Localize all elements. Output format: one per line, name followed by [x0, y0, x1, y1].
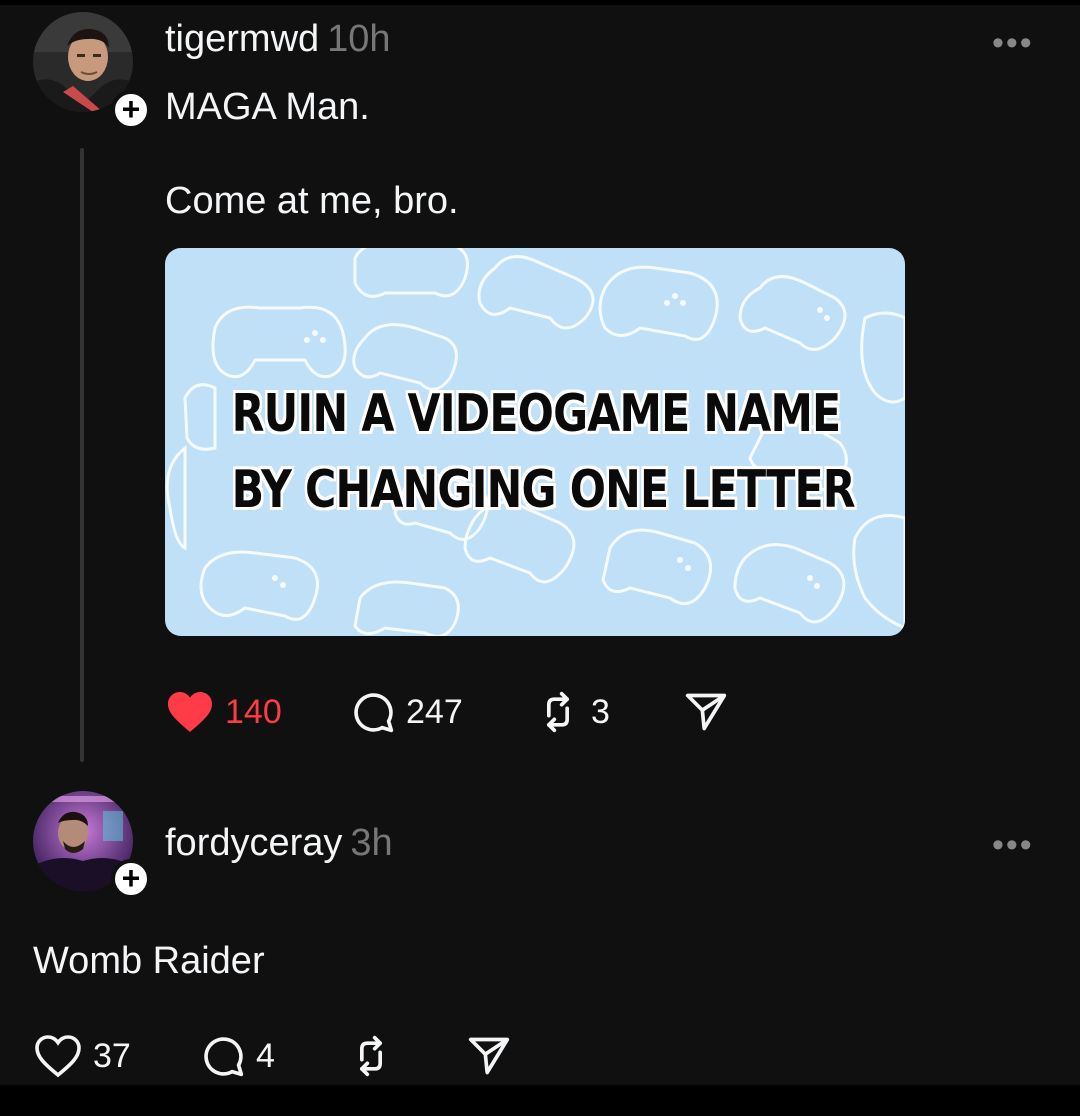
share-button[interactable]: [683, 690, 729, 734]
image-caption: RUIN A VIDEOGAME NAME BY CHANGING ONE LE…: [231, 376, 856, 528]
post-username[interactable]: tigermwd: [165, 18, 319, 60]
comment-icon: [200, 1034, 246, 1078]
top-bar: [0, 0, 1080, 5]
bottom-bar: [0, 1085, 1080, 1116]
thread-line: [80, 148, 84, 762]
comment-icon: [350, 690, 396, 734]
post-header: tigermwd 10h: [165, 18, 391, 61]
like-count: 140: [225, 692, 282, 731]
reply-more-button[interactable]: •••: [992, 826, 1034, 865]
repost-icon: [348, 1034, 394, 1078]
post-text-line1: MAGA Man.: [165, 86, 370, 128]
reply-count: 247: [406, 692, 463, 731]
send-icon: [683, 690, 729, 734]
post-more-button[interactable]: •••: [992, 24, 1034, 63]
reply-button[interactable]: 247: [350, 690, 463, 734]
reply-username[interactable]: fordyceray: [165, 822, 342, 864]
repost-count: 3: [591, 692, 610, 731]
post-image[interactable]: RUIN A VIDEOGAME NAME BY CHANGING ONE LE…: [165, 248, 905, 636]
reply-repost-button[interactable]: [348, 1034, 394, 1078]
reply-follow-button[interactable]: +: [111, 859, 151, 899]
like-button[interactable]: 140: [165, 690, 282, 734]
follow-button[interactable]: +: [111, 90, 151, 130]
reply-comment-count: 4: [256, 1036, 275, 1075]
reply-avatar[interactable]: +: [33, 791, 151, 899]
reply-like-button[interactable]: 37: [33, 1034, 131, 1078]
more-icon: •••: [992, 826, 1034, 864]
image-caption-line2: BY CHANGING ONE LETTER: [231, 460, 856, 520]
reply-like-count: 37: [93, 1036, 131, 1075]
heart-icon: [33, 1034, 83, 1078]
repost-icon: [535, 690, 581, 734]
post-text-line2: Come at me, bro.: [165, 180, 459, 222]
reply-time: 3h: [350, 822, 393, 864]
reply-share-button[interactable]: [466, 1034, 512, 1078]
more-icon: •••: [992, 24, 1034, 62]
reply-header: fordyceray 3h: [165, 822, 393, 865]
reply-comment-button[interactable]: 4: [200, 1034, 275, 1078]
reply-text: Womb Raider: [33, 940, 265, 982]
post-time: 10h: [327, 18, 391, 60]
post-avatar[interactable]: +: [33, 12, 151, 130]
send-icon: [466, 1034, 512, 1078]
repost-button[interactable]: 3: [535, 690, 610, 734]
heart-icon: [165, 690, 215, 734]
image-caption-line1: RUIN A VIDEOGAME NAME: [231, 384, 842, 444]
